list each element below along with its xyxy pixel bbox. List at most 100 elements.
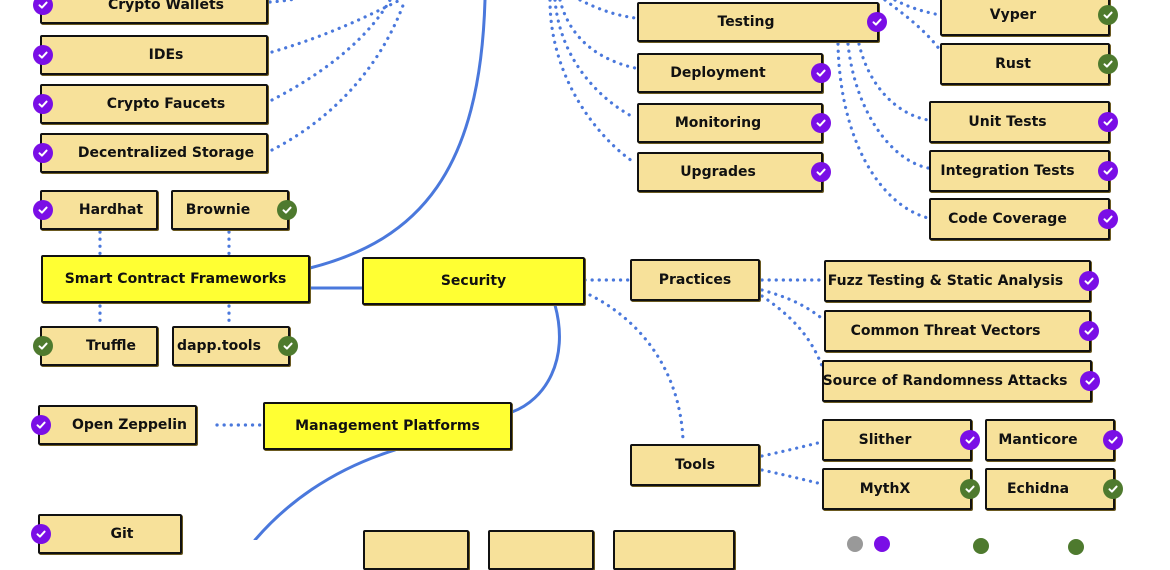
node-label: Unit Tests — [968, 114, 1047, 130]
link-testing — [578, 0, 637, 20]
check-icon-alternative — [33, 336, 53, 356]
node-label: Truffle — [85, 338, 136, 354]
check-icon-done — [31, 415, 51, 435]
node-manticore[interactable]: Manticore — [985, 419, 1115, 461]
link-upgrades — [548, 0, 637, 165]
node-label: Rust — [995, 56, 1031, 72]
link-unit-tests — [857, 42, 930, 122]
node-hardhat[interactable]: Hardhat — [40, 190, 158, 230]
node-label: Vyper — [989, 7, 1037, 23]
check-icon-done — [33, 45, 53, 65]
node-ides[interactable]: IDEs — [40, 35, 268, 75]
node-label: Decentralized Storage — [77, 145, 255, 161]
link-code-coverage — [836, 42, 930, 220]
node-label: Practices — [658, 272, 732, 288]
check-icon-done — [1098, 112, 1118, 132]
link-management-bottom — [253, 448, 397, 540]
check-icon-done — [1098, 161, 1118, 181]
node-testing[interactable]: Testing — [637, 2, 879, 42]
link-rust — [883, 0, 942, 52]
check-icon-done — [33, 143, 53, 163]
node-practices[interactable]: Practices — [630, 259, 760, 301]
check-icon-done — [867, 12, 887, 32]
check-icon-done — [1080, 371, 1100, 391]
node-label: Management Platforms — [295, 418, 480, 434]
legend-dot-alternative — [973, 538, 989, 554]
check-icon-done — [1079, 321, 1099, 341]
node-label: IDEs — [148, 47, 184, 63]
node-label: Monitoring — [674, 115, 762, 131]
node-label: Smart Contract Frameworks — [64, 271, 287, 287]
node-integration-tests[interactable]: Integration Tests — [929, 150, 1110, 192]
node-label: Echidna — [1006, 481, 1070, 497]
node-mythx[interactable]: MythX — [822, 468, 972, 510]
node-crypto-wallets[interactable]: Crypto Wallets — [40, 0, 268, 24]
node-dapp-tools[interactable]: dapp.tools — [172, 326, 290, 366]
node-echidna[interactable]: Echidna — [985, 468, 1115, 510]
legend-dot-neutral — [847, 536, 863, 552]
node-label: MythX — [859, 481, 911, 497]
node-management-platforms[interactable]: Management Platforms — [263, 402, 512, 450]
check-icon-alternative — [1098, 54, 1118, 74]
link-practices-threats — [760, 288, 826, 322]
node-label: Fuzz Testing & Static Analysis — [827, 273, 1064, 289]
link-practices-randomness — [760, 294, 824, 368]
link-security-tools — [588, 293, 685, 442]
node-vyper[interactable]: Vyper — [940, 0, 1110, 36]
node-label: Source of Randomness Attacks — [822, 373, 1068, 389]
node-source-of-randomness[interactable]: Source of Randomness Attacks — [822, 360, 1092, 402]
check-icon-alternative — [1098, 5, 1118, 25]
node-open-zeppelin[interactable]: Open Zeppelin — [38, 405, 197, 445]
link-ides — [270, 0, 402, 54]
link-monitoring — [553, 0, 637, 120]
node-brownie[interactable]: Brownie — [171, 190, 289, 230]
node-bottom-3[interactable] — [613, 530, 735, 570]
check-icon-alternative — [1103, 479, 1123, 499]
link-wallets — [268, 0, 299, 4]
node-label: Slither — [858, 432, 912, 448]
check-icon-alternative — [277, 200, 297, 220]
node-bottom-1[interactable] — [363, 530, 469, 570]
node-unit-tests[interactable]: Unit Tests — [929, 101, 1110, 143]
link-tools-slither — [760, 440, 824, 458]
node-label: Brownie — [185, 202, 251, 218]
node-bottom-2[interactable] — [488, 530, 594, 570]
node-decentralized-storage[interactable]: Decentralized Storage — [40, 133, 268, 173]
node-git[interactable]: Git — [38, 514, 182, 554]
link-security-management — [510, 303, 561, 414]
link-deployment — [558, 0, 637, 70]
node-common-threat-vectors[interactable]: Common Threat Vectors — [824, 310, 1091, 352]
node-label: Testing — [717, 14, 775, 30]
node-label: Crypto Faucets — [106, 96, 226, 112]
node-deployment[interactable]: Deployment — [637, 53, 823, 93]
check-icon-done — [1103, 430, 1123, 450]
node-crypto-faucets[interactable]: Crypto Faucets — [40, 84, 268, 124]
node-rust[interactable]: Rust — [940, 43, 1110, 85]
legend-dot-done — [874, 536, 890, 552]
node-label: Common Threat Vectors — [850, 323, 1041, 339]
check-icon-done — [811, 63, 831, 83]
node-truffle[interactable]: Truffle — [40, 326, 158, 366]
node-fuzz-testing[interactable]: Fuzz Testing & Static Analysis — [824, 260, 1091, 302]
node-upgrades[interactable]: Upgrades — [637, 152, 823, 192]
node-label: Manticore — [998, 432, 1078, 448]
node-label: Code Coverage — [948, 211, 1067, 227]
node-label: Deployment — [670, 65, 766, 81]
check-icon-done — [811, 162, 831, 182]
node-monitoring[interactable]: Monitoring — [637, 103, 823, 143]
node-label: Hardhat — [78, 202, 144, 218]
link-integration-tests — [846, 42, 930, 170]
node-label: dapp.tools — [177, 338, 261, 354]
node-label: Upgrades — [680, 164, 756, 180]
legend-dot-alternative-2 — [1068, 539, 1084, 555]
node-security[interactable]: Security — [362, 257, 585, 305]
node-slither[interactable]: Slither — [822, 419, 972, 461]
check-icon-done — [1079, 271, 1099, 291]
node-code-coverage[interactable]: Code Coverage — [929, 198, 1110, 240]
check-icon-done — [31, 524, 51, 544]
node-smart-contract-frameworks[interactable]: Smart Contract Frameworks — [41, 255, 310, 303]
node-label: Tools — [674, 457, 716, 473]
check-icon-done — [811, 113, 831, 133]
node-label: Integration Tests — [940, 163, 1075, 179]
node-tools[interactable]: Tools — [630, 444, 760, 486]
